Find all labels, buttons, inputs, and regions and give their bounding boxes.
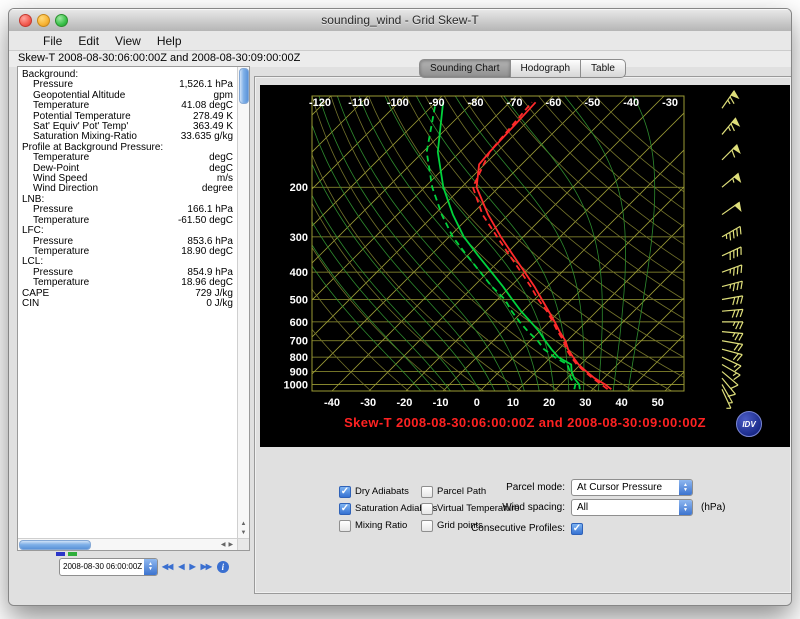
svg-text:20: 20 [543, 397, 555, 409]
info-row: Temperature-61.50 degC [22, 216, 233, 226]
svg-text:-100: -100 [387, 97, 409, 109]
consecutive-profiles-checkbox[interactable]: ✓ [571, 523, 583, 535]
chart-caption: Skew-T 2008-08-30:06:00:00Z and 2008-08-… [260, 415, 790, 430]
svg-text:900: 900 [290, 367, 308, 379]
sounding-info-panel: Background:Pressure1,526.1 hPaGeopotenti… [17, 66, 250, 551]
consecutive-profiles-label: Consecutive Profiles: [405, 523, 565, 534]
svg-text:-80: -80 [468, 97, 484, 109]
tab-table[interactable]: Table [581, 59, 626, 78]
screen: { "window": { "title": "sounding_wind - … [0, 0, 800, 619]
spinner-icon[interactable]: ▲▼ [144, 559, 157, 575]
svg-text:-70: -70 [507, 97, 523, 109]
animation-properties-button[interactable]: i [217, 561, 229, 573]
profile-swatch [68, 552, 77, 556]
svg-text:30: 30 [579, 397, 591, 409]
svg-text:-40: -40 [324, 397, 340, 409]
wind-spacing-label: Wind spacing: [405, 502, 565, 513]
tab-hodograph[interactable]: Hodograph [511, 59, 581, 78]
svg-text:-50: -50 [584, 97, 600, 109]
info-row: Wind Directiondegree [22, 184, 233, 194]
info-row: Temperature18.96 degC [22, 278, 233, 288]
wind-spacing-row: Wind spacing: All ▲▼ (hPa) [405, 499, 725, 516]
svg-text:10: 10 [507, 397, 519, 409]
app-window: sounding_wind - Grid Skew-T FileEditView… [8, 8, 792, 606]
svg-text:-20: -20 [396, 397, 412, 409]
info-row: LFC: [22, 226, 233, 236]
sounding-chart-pane: -120-110-100-90-80-70-60-50-40-30-40-30-… [254, 76, 792, 594]
wind-spacing-value: All [572, 500, 692, 515]
saturation-adiabats-checkbox[interactable]: ✓ [339, 503, 351, 515]
time-value: 2008-08-30 06:00:00Z [60, 559, 157, 574]
parcel-mode-label: Parcel mode: [405, 482, 565, 493]
go-to-last-button[interactable]: ▶▶ [201, 559, 211, 574]
info-row: CAPE729 J/kg [22, 289, 233, 299]
go-to-first-button[interactable]: ◀◀ [162, 559, 172, 574]
svg-text:500: 500 [290, 295, 308, 307]
spinner-icon[interactable]: ▲▼ [679, 500, 692, 515]
svg-text:200: 200 [290, 182, 308, 194]
svg-text:-30: -30 [360, 397, 376, 409]
tab-sounding-chart[interactable]: Sounding Chart [419, 59, 511, 78]
svg-text:40: 40 [615, 397, 627, 409]
wind-spacing-select[interactable]: All ▲▼ [571, 499, 693, 516]
parcel-mode-select[interactable]: At Cursor Pressure ▲▼ [571, 479, 693, 496]
zoom-button[interactable] [55, 14, 68, 27]
scrollbar-arrows-icon[interactable]: ▲▼ [238, 519, 249, 539]
title-bar[interactable]: sounding_wind - Grid Skew-T [9, 9, 791, 32]
profile-color-legend [56, 552, 77, 556]
idv-logo-text: IDV [742, 420, 755, 429]
step-forward-button[interactable]: ▶ [189, 559, 194, 574]
info-row: Temperature18.90 degC [22, 247, 233, 257]
svg-text:-60: -60 [545, 97, 561, 109]
svg-text:-30: -30 [662, 97, 678, 109]
svg-text:800: 800 [290, 352, 308, 364]
parcel-mode-value: At Cursor Pressure [572, 480, 692, 495]
svg-text:-120: -120 [309, 97, 331, 109]
svg-text:0: 0 [474, 397, 480, 409]
svg-text:-40: -40 [623, 97, 639, 109]
svg-text:-10: -10 [433, 397, 449, 409]
scrollbar-corner [237, 538, 249, 550]
view-tabs: Sounding ChartHodographTable [254, 59, 791, 78]
info-row: CIN0 J/kg [22, 299, 233, 309]
scrollbar-thumb[interactable] [19, 540, 91, 550]
svg-text:50: 50 [652, 397, 664, 409]
skewt-plot: -120-110-100-90-80-70-60-50-40-30-40-30-… [260, 85, 790, 447]
scrollbar-arrows-icon[interactable]: ◀▶ [216, 539, 238, 550]
profile-swatch [56, 552, 65, 556]
animation-controls: ◀◀◀▶▶▶i [162, 559, 229, 574]
wind-spacing-unit: (hPa) [701, 502, 725, 513]
menu-bar: FileEditViewHelp [9, 31, 791, 51]
parcel-mode-row: Parcel mode: At Cursor Pressure ▲▼ [405, 479, 693, 496]
menu-edit[interactable]: Edit [70, 34, 107, 48]
step-back-button[interactable]: ◀ [178, 559, 183, 574]
window-title: sounding_wind - Grid Skew-T [9, 9, 791, 31]
vertical-scrollbar[interactable]: ▲▼ [237, 67, 249, 539]
menu-help[interactable]: Help [149, 34, 190, 48]
time-selector[interactable]: 2008-08-30 06:00:00Z ▲▼ [59, 558, 158, 576]
sounding-info-list: Background:Pressure1,526.1 hPaGeopotenti… [18, 67, 238, 539]
scrollbar-thumb[interactable] [239, 68, 249, 104]
close-button[interactable] [19, 14, 32, 27]
dry-adiabats-checkbox[interactable]: ✓ [339, 486, 351, 498]
consecutive-profiles-row: Consecutive Profiles: ✓ [405, 520, 587, 537]
idv-logo: IDV [736, 411, 762, 437]
svg-text:1000: 1000 [284, 379, 308, 391]
svg-text:-90: -90 [429, 97, 445, 109]
svg-text:700: 700 [290, 336, 308, 348]
svg-text:-110: -110 [348, 97, 369, 109]
svg-text:600: 600 [290, 317, 308, 329]
menu-file[interactable]: File [35, 34, 70, 48]
skewt-chart[interactable]: -120-110-100-90-80-70-60-50-40-30-40-30-… [260, 85, 790, 447]
mixing-ratio-checkbox[interactable] [339, 520, 351, 532]
svg-text:300: 300 [290, 232, 308, 244]
minimize-button[interactable] [37, 14, 50, 27]
svg-text:400: 400 [290, 267, 308, 279]
horizontal-scrollbar[interactable]: ◀▶ [18, 538, 238, 550]
checkbox-label: Dry Adiabats [355, 486, 409, 497]
spinner-icon[interactable]: ▲▼ [679, 480, 692, 495]
checkbox-label: Mixing Ratio [355, 520, 407, 531]
menu-view[interactable]: View [107, 34, 149, 48]
